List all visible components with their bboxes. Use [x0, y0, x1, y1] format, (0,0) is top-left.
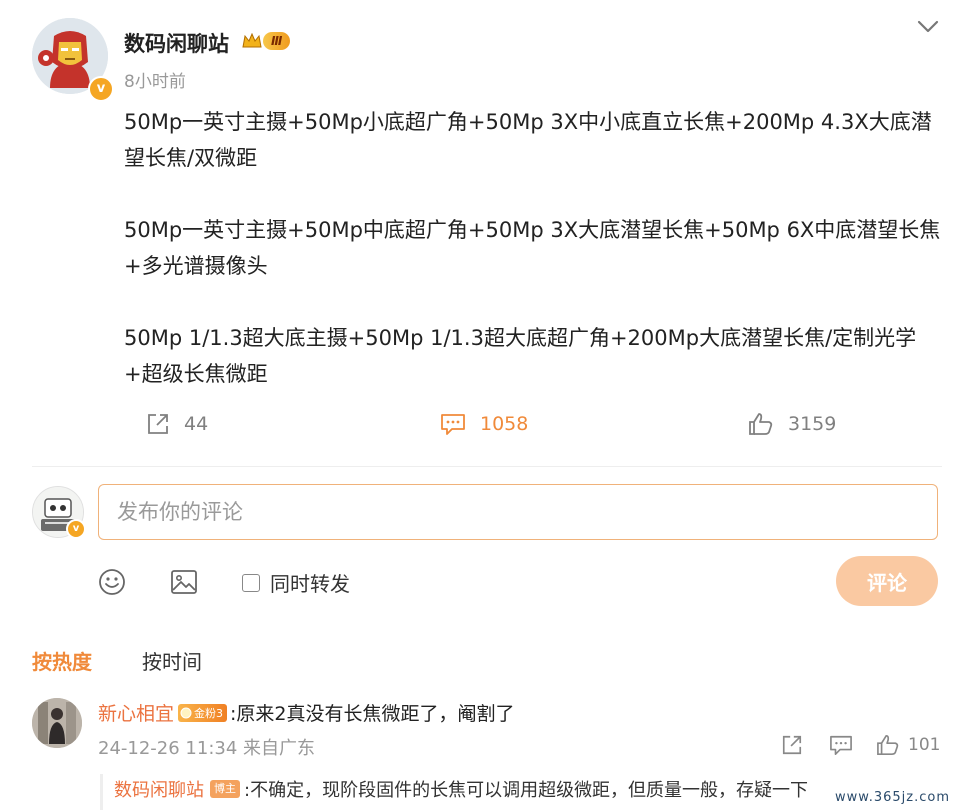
thumbs-up-icon: [749, 413, 773, 435]
fan-badge-label: 金粉3: [194, 706, 224, 720]
repost-checkbox[interactable]: 同时转发: [242, 568, 350, 597]
like-button[interactable]: 3159: [748, 410, 836, 438]
reply-text: :不确定，现阶段固件的长焦可以调用超级微距，但质量一般，存疑一下: [244, 780, 809, 801]
like-count: 3159: [788, 413, 837, 435]
chevron-down-icon[interactable]: [916, 18, 940, 34]
repost-button[interactable]: 44: [146, 410, 208, 438]
comment-like-button[interactable]: 101: [876, 734, 940, 756]
share-box-icon: [148, 414, 168, 434]
smiley-icon[interactable]: [98, 568, 126, 596]
vip-level: Ⅲ: [263, 32, 291, 50]
crown-icon: [242, 33, 262, 48]
comment-like-count: 101: [908, 735, 941, 755]
comment-meta: 24-12-26 11:34 来自广东: [98, 738, 316, 759]
author-name[interactable]: 数码闲聊站: [124, 28, 229, 58]
reply-indent-bar: [100, 774, 103, 810]
watermark: www.365jz.com: [831, 789, 954, 806]
post-paragraph: 50Mp一英寸主摄+50Mp中底超广角+50Mp 3X大底潜望长焦+50Mp 6…: [124, 218, 941, 278]
verified-badge: v: [66, 519, 86, 539]
author-badge: 博主: [210, 780, 240, 798]
post-paragraph: 50Mp 1/1.3超大底主摄+50Mp 1/1.3超大底超广角+200Mp大底…: [124, 326, 917, 386]
fan-badge[interactable]: 金粉3: [178, 703, 228, 722]
picture-icon[interactable]: [170, 568, 198, 596]
commenter-name[interactable]: 新心相宜: [98, 699, 174, 726]
repost-count: 44: [184, 413, 209, 435]
divider: [32, 466, 942, 467]
comment-button[interactable]: 1058: [440, 410, 528, 438]
comment-bubble-icon: [441, 414, 465, 435]
comment-bubble-icon[interactable]: [828, 734, 854, 756]
comment-text-line: 新心相宜 金粉3 :原来2真没有长焦微距了，阉割了: [98, 699, 515, 726]
post-content: 50Mp一英寸主摄+50Mp小底超广角+50Mp 3X中小底直立长焦+200Mp…: [124, 104, 944, 392]
thumbs-up-icon: [877, 735, 899, 755]
post-paragraph: 50Mp一英寸主摄+50Mp小底超广角+50Mp 3X中小底直立长焦+200Mp…: [124, 110, 932, 170]
medal-icon: [180, 707, 192, 718]
comment-text: :原来2真没有长焦微距了，阉割了: [230, 703, 515, 725]
comment-count: 1058: [480, 413, 529, 435]
repost-label: 同时转发: [270, 572, 350, 596]
vip-badge[interactable]: Ⅲ: [242, 30, 291, 52]
verified-badge: v: [88, 76, 114, 102]
share-box-icon[interactable]: [780, 734, 804, 756]
comment-input[interactable]: [98, 484, 938, 540]
tab-sort-time[interactable]: 按时间: [142, 646, 202, 675]
submit-comment-button[interactable]: 评论: [836, 556, 938, 606]
commenter-avatar[interactable]: [32, 698, 82, 748]
post-time[interactable]: 8小时前: [124, 67, 186, 92]
checkbox[interactable]: [242, 573, 260, 592]
tab-sort-hot[interactable]: 按热度: [32, 646, 92, 675]
reply-author-name[interactable]: 数码闲聊站: [114, 776, 204, 802]
reply-text-line: 数码闲聊站 博主 :不确定，现阶段固件的长焦可以调用超级微距，但质量一般，存疑一…: [114, 776, 808, 802]
